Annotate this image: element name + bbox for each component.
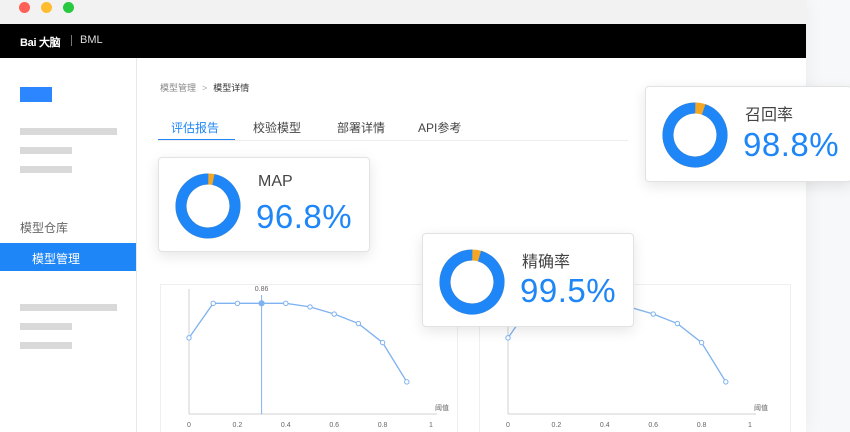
sidebar-placeholder-line [20,304,117,311]
window-titlebar [0,0,806,24]
x-tick-label: 0.8 [378,422,388,429]
map-metric-card: MAP 96.8% [158,157,370,252]
sidebar-placeholder-block [20,87,52,102]
sidebar-item-model-management[interactable]: 模型管理 [0,243,136,271]
data-point [210,300,216,307]
breadcrumb-separator: > [202,83,208,93]
x-tick-label: 0.4 [600,422,610,429]
sidebar-section-model-repo[interactable]: 模型仓库 [20,219,68,236]
tab-deployment-details[interactable]: 部署详情 [337,119,385,136]
data-point [674,320,681,327]
tab-bar: 评估报告 校验模型 部署详情 API参考 [158,117,638,141]
precision-metric-card: 精确率 99.5% [422,233,634,327]
breadcrumb-current: 模型详情 [213,83,250,93]
x-tick-label: 0.6 [329,422,339,429]
sidebar-placeholder-line [20,342,72,349]
breadcrumb: 模型管理 > 模型详情 [160,81,249,94]
app-window: Bai 大脑 BML 模型仓库 模型管理 模型管理 > 模型详情 评估报告 校验模型… [0,0,806,432]
data-point [698,339,705,346]
breadcrumb-parent[interactable]: 模型管理 [160,83,196,93]
recall-metric-label: 召回率 [745,107,794,124]
f1-chart-panel: F1-score 阈值 0 0.2 0.4 0.6 0.8 1 0.86 [160,284,458,432]
minimize-window-button[interactable] [41,2,52,13]
donut-value-arc [439,249,505,315]
x-tick-label: 0 [506,422,510,429]
y-axis-label: F1-score [173,285,201,287]
series-line [188,302,408,383]
logo-divider [71,35,72,46]
data-point [234,300,241,307]
data-point [404,379,410,385]
x-tick-label: 0.2 [552,422,562,429]
product-name: BML [80,34,103,46]
f1-score-chart: F1-score 阈值 0 0.2 0.4 0.6 0.8 1 0.86 [173,285,449,429]
x-axis-label: 阈值 [435,403,449,412]
maximize-window-button[interactable] [63,2,74,13]
x-tick-label: 0 [187,422,191,429]
data-point [258,300,265,307]
donut-value-arc [662,102,728,168]
map-metric-label: MAP [258,173,293,190]
tab-evaluation-report[interactable]: 评估报告 [171,119,219,136]
x-tick-label: 0.2 [233,422,243,429]
precision-metric-value: 99.5% [520,272,617,309]
data-point [307,304,313,310]
sidebar-placeholder-line [20,323,72,330]
map-metric-value: 96.8% [256,198,353,235]
data-point [331,311,337,317]
precision-metric-label: 精确率 [522,254,571,271]
data-point [283,300,289,307]
tab-validate-model[interactable]: 校验模型 [253,119,301,136]
close-window-button[interactable] [19,2,30,13]
sidebar: 模型仓库 模型管理 [0,58,137,432]
x-tick-label: 1 [429,422,433,429]
sidebar-placeholder-line [20,147,72,154]
data-point [505,335,511,341]
sidebar-placeholder-line [20,128,117,135]
x-tick-label: 1 [748,422,752,429]
x-tick-label: 0.6 [648,422,658,429]
x-tick-label: 0.8 [697,422,707,429]
x-tick-label: 0.4 [281,422,291,429]
precision-donut-chart [439,249,505,315]
recall-metric-value: 98.8% [743,126,840,163]
data-point [723,379,729,385]
threshold-marker-label: 0.86 [255,286,269,293]
tab-api-reference[interactable]: API参考 [418,119,461,136]
data-point [355,320,362,327]
sidebar-placeholder-line [20,166,72,173]
top-navbar: Bai 大脑 BML [0,24,806,58]
map-donut-chart [175,173,241,239]
baidu-brain-logo[interactable]: Bai 大脑 [20,34,61,50]
x-axis-label: 阈值 [754,403,768,412]
sidebar-item-label: 模型管理 [32,252,81,266]
data-point [186,335,192,341]
recall-metric-card: 召回率 98.8% [645,86,850,182]
donut-value-arc [175,173,241,239]
recall-donut-chart [662,102,728,168]
data-point [379,339,386,346]
data-point [650,311,656,317]
tab-bar-divider [158,140,628,141]
